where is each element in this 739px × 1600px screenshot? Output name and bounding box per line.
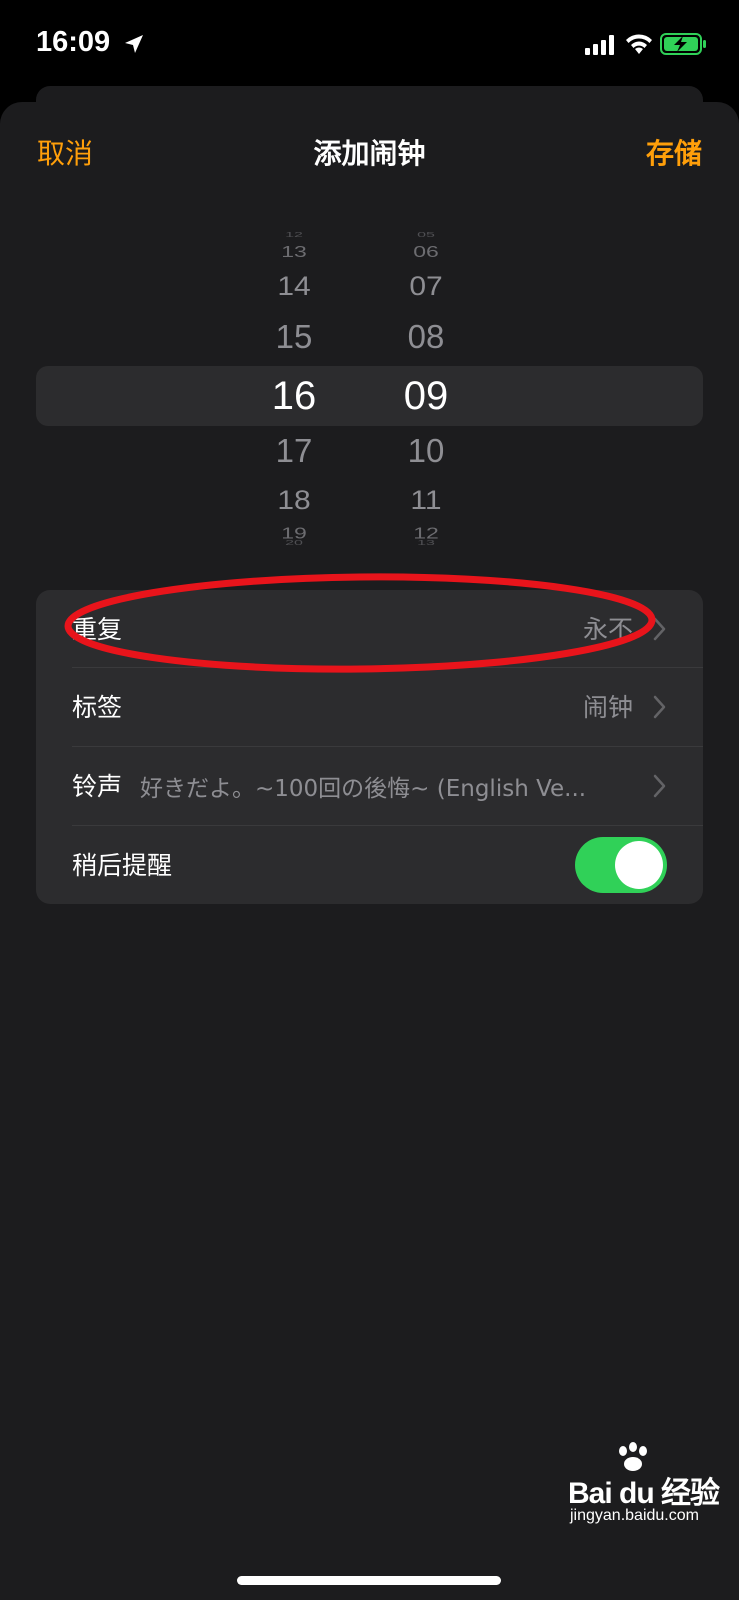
snooze-toggle[interactable] bbox=[575, 837, 667, 893]
minute-option[interactable]: 11 bbox=[366, 486, 486, 517]
hour-option[interactable]: 17 bbox=[234, 432, 354, 470]
hour-option[interactable]: 13 bbox=[234, 242, 354, 261]
hour-option[interactable]: 18 bbox=[234, 486, 354, 517]
hour-option[interactable]: 12 bbox=[234, 231, 354, 239]
snooze-row: 稍后提醒 bbox=[36, 826, 703, 904]
minute-option[interactable]: 07 bbox=[366, 272, 486, 303]
hour-option[interactable]: 15 bbox=[234, 318, 354, 356]
minute-option[interactable]: 13 bbox=[366, 539, 486, 547]
minute-option[interactable]: 08 bbox=[366, 318, 486, 356]
sound-value: 好きだよ。~100回の後悔~ (English Ve... bbox=[140, 776, 587, 802]
sound-row[interactable]: 铃声 好きだよ。~100回の後悔~ (English Ve... bbox=[36, 747, 703, 825]
save-button[interactable]: 存储 bbox=[646, 132, 702, 172]
label-label: 标签 bbox=[72, 693, 123, 722]
chevron-right-icon bbox=[653, 695, 666, 719]
hour-selected[interactable]: 16 bbox=[234, 374, 354, 419]
sound-label: 铃声 bbox=[72, 772, 123, 801]
hour-option[interactable]: 14 bbox=[234, 272, 354, 303]
hour-option[interactable]: 20 bbox=[234, 539, 354, 547]
location-arrow-icon bbox=[125, 35, 143, 53]
hour-picker-wheel[interactable]: 12 13 14 15 16 17 18 19 20 bbox=[234, 230, 354, 560]
home-indicator[interactable] bbox=[237, 1576, 501, 1585]
minute-option[interactable]: 05 bbox=[366, 231, 486, 239]
label-value: 闹钟 bbox=[582, 693, 633, 722]
cellular-signal-icon bbox=[585, 35, 614, 55]
wifi-icon bbox=[626, 34, 652, 54]
page-title: 添加闹钟 bbox=[313, 137, 426, 170]
battery-charging-icon bbox=[660, 33, 706, 55]
status-time: 16:09 bbox=[36, 26, 111, 58]
snooze-label: 稍后提醒 bbox=[72, 851, 173, 880]
watermark-brand: Bai du 经验 bbox=[568, 1477, 720, 1510]
minute-picker-wheel[interactable]: 05 06 07 08 09 10 11 12 13 bbox=[366, 230, 486, 560]
watermark-url: jingyan.baidu.com bbox=[570, 1507, 699, 1524]
minute-selected[interactable]: 09 bbox=[366, 374, 486, 419]
toggle-knob bbox=[615, 841, 663, 889]
label-row[interactable]: 标签 闹钟 bbox=[36, 668, 703, 746]
red-annotation-ellipse bbox=[64, 573, 656, 673]
chevron-right-icon bbox=[653, 774, 666, 798]
status-bar: 16:09 bbox=[0, 0, 739, 90]
minute-option[interactable]: 10 bbox=[366, 432, 486, 470]
minute-option[interactable]: 06 bbox=[366, 242, 486, 261]
